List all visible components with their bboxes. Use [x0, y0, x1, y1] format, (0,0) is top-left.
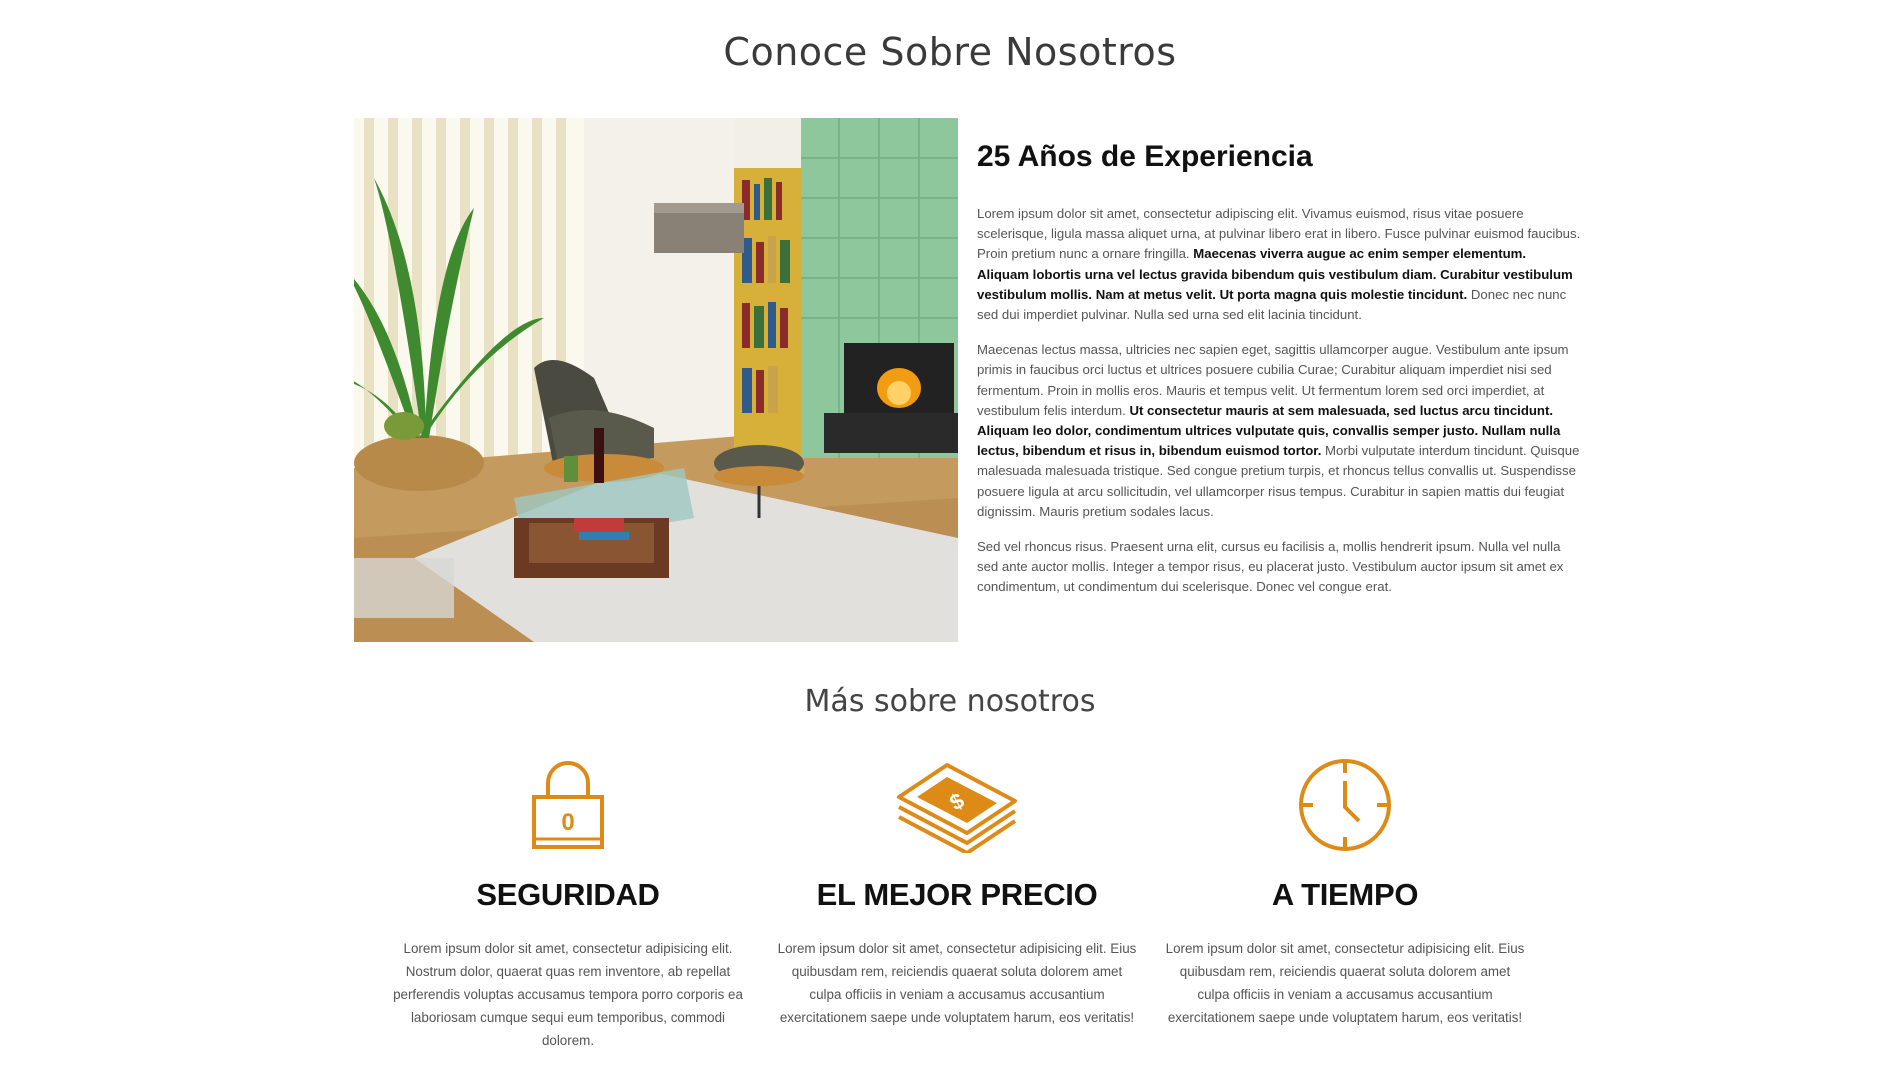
feature-title: SEGURIDAD — [476, 877, 660, 912]
feature-security: 0 SEGURIDAD Lorem ipsum dolor sit amet, … — [388, 755, 748, 1052]
about-paragraph-3: Sed vel rhoncus risus. Praesent urna eli… — [977, 539, 1564, 595]
feature-text: Lorem ipsum dolor sit amet, consectetur … — [1165, 941, 1525, 1025]
experience-heading: 25 Años de Experiencia — [977, 140, 1313, 173]
money-stack-icon: $ — [777, 755, 1137, 855]
svg-text:0: 0 — [561, 809, 574, 836]
feature-best-price: $ EL MEJOR PRECIO Lorem ipsum dolor sit … — [777, 755, 1137, 1029]
section-title: Conoce Sobre Nosotros — [723, 30, 1177, 74]
feature-text: Lorem ipsum dolor sit amet, consectetur … — [777, 941, 1137, 1025]
about-section: 25 Años de Experiencia Lorem ipsum dolor… — [977, 140, 1581, 613]
clock-icon — [1165, 755, 1525, 855]
more-about-title: Más sobre nosotros — [804, 684, 1096, 719]
padlock-icon: 0 — [388, 755, 748, 855]
feature-text: Lorem ipsum dolor sit amet, consectetur … — [393, 941, 743, 1048]
feature-on-time: A TIEMPO Lorem ipsum dolor sit amet, con… — [1165, 755, 1525, 1029]
feature-title: EL MEJOR PRECIO — [816, 877, 1098, 912]
about-paragraph-2: Maecenas lectus massa, ultricies nec sap… — [977, 342, 1580, 519]
feature-title: A TIEMPO — [1271, 877, 1419, 912]
living-room-image — [354, 118, 958, 642]
about-paragraph-1: Lorem ipsum dolor sit amet, consectetur … — [977, 206, 1581, 323]
